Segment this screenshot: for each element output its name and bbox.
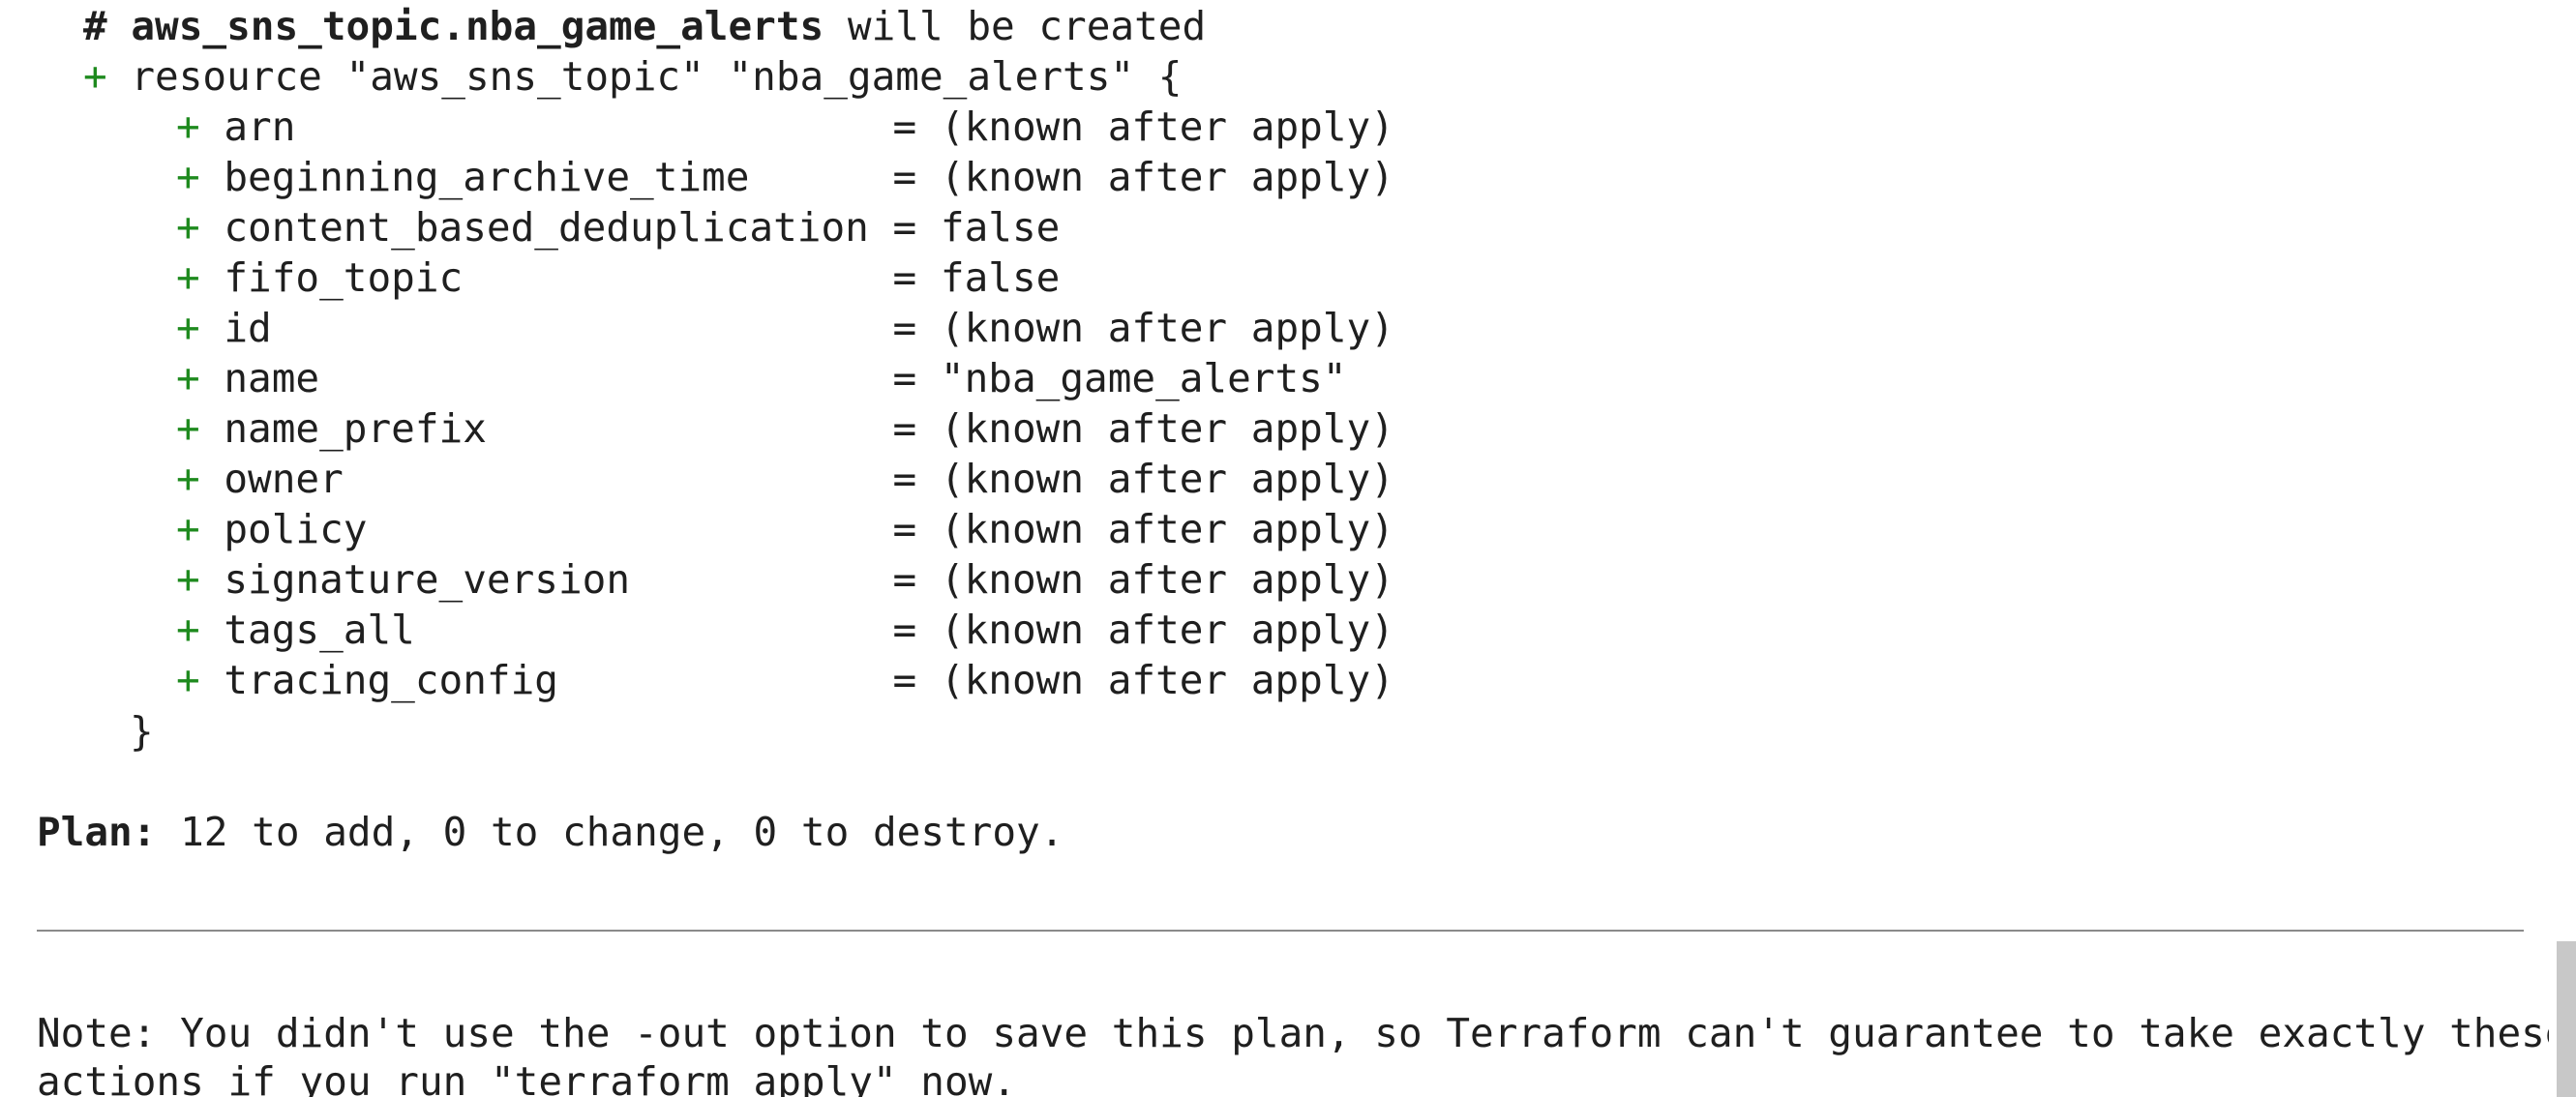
equals-sign: = (892, 254, 941, 301)
attribute-value: (known after apply) (940, 556, 1394, 603)
equals-sign: = (892, 506, 941, 552)
equals-sign: = (892, 456, 941, 502)
divider (37, 930, 2524, 932)
add-marker: + (176, 104, 225, 150)
attribute-name: owner (224, 456, 893, 502)
note-line-2: actions if you run "terraform apply" now… (37, 1058, 1017, 1097)
resource-header-line: # aws_sns_topic.nba_game_alerts will be … (83, 1, 1206, 51)
attribute-name: beginning_archive_time (224, 154, 893, 200)
equals-sign: = (892, 607, 941, 653)
attribute-name: fifo_topic (224, 254, 893, 301)
attribute-line: + fifo_topic = false (176, 252, 1060, 303)
attribute-line: + tracing_config = (known after apply) (176, 655, 1394, 705)
attribute-name: tracing_config (224, 657, 893, 703)
attribute-line: + name_prefix = (known after apply) (176, 403, 1394, 454)
resource-declaration: resource "aws_sns_topic" "nba_game_alert… (131, 53, 1183, 100)
add-marker: + (176, 204, 225, 251)
attribute-name: policy (224, 506, 893, 552)
equals-sign: = (892, 204, 941, 251)
add-marker: + (176, 506, 225, 552)
scrollbar-track[interactable] (2549, 0, 2576, 1097)
attribute-value: (known after apply) (940, 607, 1394, 653)
attribute-value: "nba_game_alerts" (940, 355, 1347, 401)
attribute-line: + name = "nba_game_alerts" (176, 353, 1347, 403)
resource-declaration-line: + resource "aws_sns_topic" "nba_game_ale… (83, 51, 1182, 102)
equals-sign: = (892, 556, 941, 603)
attribute-value: (known after apply) (940, 506, 1394, 552)
attribute-line: + owner = (known after apply) (176, 454, 1394, 504)
closing-brace: } (130, 708, 154, 755)
note-line-1: Note: You didn't use the -out option to … (37, 1010, 2569, 1056)
add-marker: + (176, 305, 225, 351)
add-marker: + (176, 405, 225, 452)
attribute-line: + policy = (known after apply) (176, 504, 1394, 554)
equals-sign: = (892, 657, 941, 703)
plan-summary: 12 to add, 0 to change, 0 to destroy. (156, 809, 1064, 855)
attribute-line: + content_based_deduplication = false (176, 202, 1060, 252)
add-marker: + (176, 154, 225, 200)
attribute-line: + id = (known after apply) (176, 303, 1394, 353)
attribute-value: false (940, 204, 1061, 251)
action-text: will be created (824, 3, 1207, 49)
attribute-value: (known after apply) (940, 104, 1394, 150)
hash-mark: # (83, 3, 132, 49)
attribute-line: + beginning_archive_time = (known after … (176, 152, 1394, 202)
attribute-name: tags_all (224, 607, 893, 653)
attribute-line: + tags_all = (known after apply) (176, 605, 1394, 655)
attribute-value: (known after apply) (940, 154, 1394, 200)
add-marker: + (176, 607, 225, 653)
attribute-name: name (224, 355, 893, 401)
add-marker: + (176, 657, 225, 703)
plan-label: Plan: (37, 809, 157, 855)
attribute-line: + signature_version = (known after apply… (176, 554, 1394, 605)
add-marker: + (176, 254, 225, 301)
attribute-value: (known after apply) (940, 305, 1394, 351)
terminal-output: # aws_sns_topic.nba_game_alerts will be … (0, 0, 2576, 1097)
equals-sign: = (892, 305, 941, 351)
add-marker: + (83, 53, 132, 100)
equals-sign: = (892, 154, 941, 200)
scrollbar-thumb[interactable] (2557, 941, 2576, 1097)
attribute-line: + arn = (known after apply) (176, 102, 1394, 152)
add-marker: + (176, 456, 225, 502)
add-marker: + (176, 355, 225, 401)
attribute-value: (known after apply) (940, 456, 1394, 502)
equals-sign: = (892, 355, 941, 401)
attribute-value: (known after apply) (940, 657, 1394, 703)
attribute-value: (known after apply) (940, 405, 1394, 452)
equals-sign: = (892, 104, 941, 150)
attribute-value: false (940, 254, 1061, 301)
resource-address: aws_sns_topic.nba_game_alerts (131, 3, 824, 49)
add-marker: + (176, 556, 225, 603)
attribute-name: content_based_deduplication (224, 204, 893, 251)
attribute-name: id (224, 305, 893, 351)
attribute-name: signature_version (224, 556, 893, 603)
plan-summary-line: Plan: 12 to add, 0 to change, 0 to destr… (37, 807, 1063, 857)
attribute-name: name_prefix (224, 405, 893, 452)
equals-sign: = (892, 405, 941, 452)
attribute-name: arn (224, 104, 893, 150)
